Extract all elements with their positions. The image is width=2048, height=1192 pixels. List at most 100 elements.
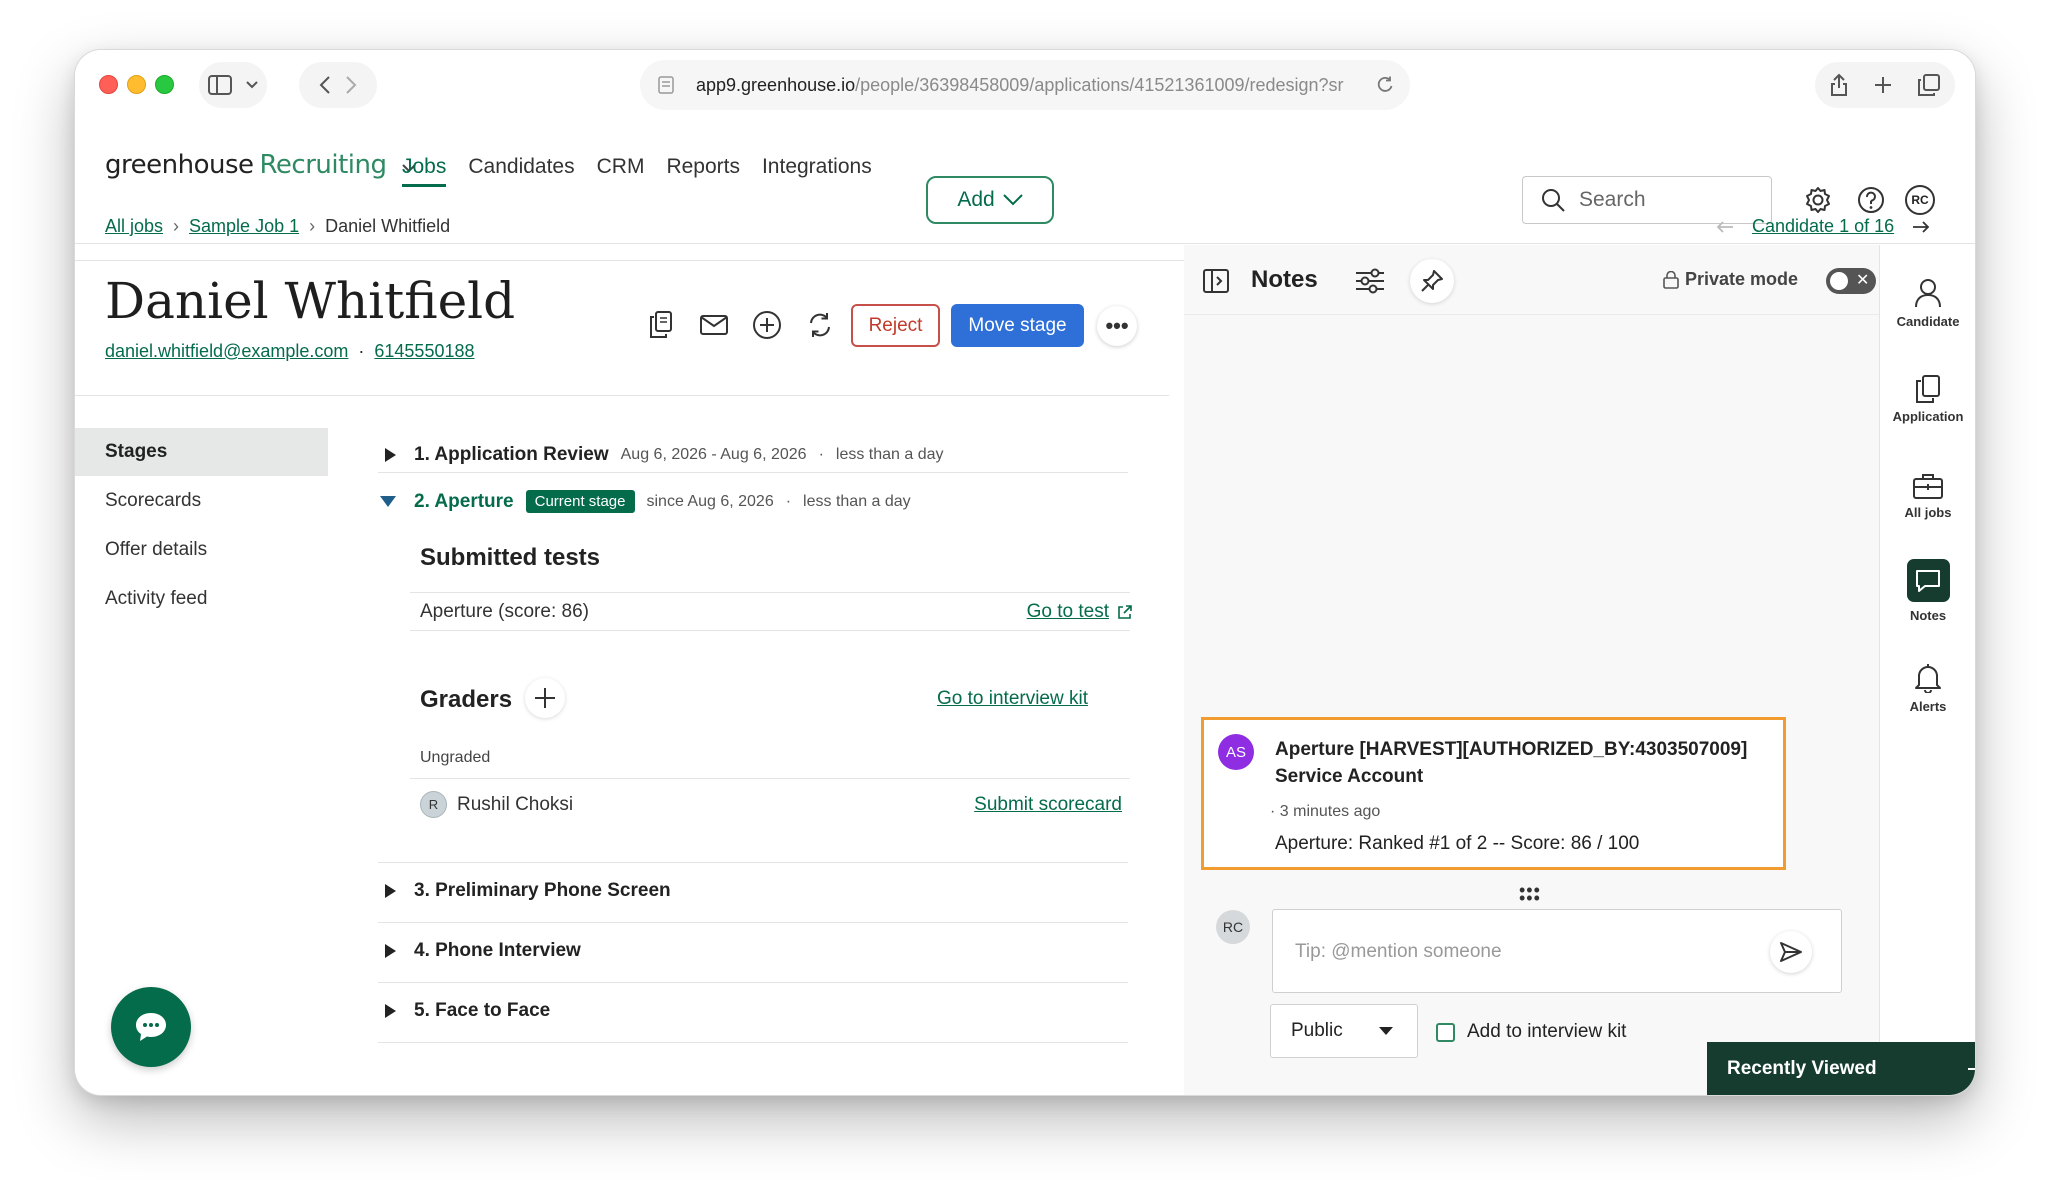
visibility-value: Public	[1291, 1020, 1343, 1041]
menu-item-scorecards[interactable]: Scorecards	[75, 477, 328, 525]
minimize-icon[interactable]	[1968, 1067, 1975, 1071]
more-options-button[interactable]: •••	[1097, 306, 1137, 346]
candidate-position-link[interactable]: Candidate 1 of 16	[1752, 216, 1894, 237]
help-button[interactable]	[1855, 184, 1887, 216]
stage-row-aperture[interactable]: 2. Aperture Current stage since Aug 6, 2…	[380, 490, 1130, 513]
checkbox-box[interactable]	[1436, 1022, 1455, 1042]
test-row: Aperture (score: 86) Go to test	[420, 601, 1132, 623]
minimize-window-button[interactable]	[127, 75, 146, 94]
divider	[410, 592, 1130, 593]
forward-arrow-icon[interactable]	[345, 76, 357, 94]
move-stage-button[interactable]: Move stage	[951, 304, 1084, 347]
stage-row-application-review[interactable]: 1. Application Review Aug 6, 2026 - Aug …	[380, 444, 1130, 466]
note-composer-input[interactable]: Tip: @mention someone	[1272, 909, 1842, 993]
breadcrumb-job[interactable]: Sample Job 1	[189, 216, 299, 237]
add-button[interactable]: Add	[926, 176, 1054, 224]
add-grader-button[interactable]	[525, 678, 565, 718]
stage-row-face-to-face[interactable]: 5. Face to Face	[380, 1000, 1130, 1022]
browser-actions	[1815, 62, 1955, 108]
rail-all-jobs[interactable]: All jobs	[1880, 473, 1975, 520]
meta-separator: ·	[818, 446, 824, 463]
notes-header: Notes Private mode ✕	[1184, 245, 1954, 315]
rail-application[interactable]: Application	[1880, 375, 1975, 424]
sliders-icon	[1356, 268, 1384, 294]
go-to-interview-kit-link[interactable]: Go to interview kit	[937, 688, 1088, 710]
browser-toolbar: app9.greenhouse.io/people/36398458009/ap…	[75, 50, 1975, 120]
share-icon[interactable]	[1830, 73, 1848, 97]
right-rail: Candidate Application All jobs Notes Ale…	[1879, 245, 1975, 1095]
add-to-kit-label: Add to interview kit	[1467, 1021, 1627, 1042]
lock-icon	[1663, 270, 1679, 289]
go-to-test-link[interactable]: Go to test	[1027, 601, 1132, 623]
notes-filter-button[interactable]	[1352, 263, 1388, 299]
external-link-icon	[1118, 604, 1132, 619]
address-bar[interactable]: app9.greenhouse.io/people/36398458009/ap…	[640, 60, 1410, 110]
close-window-button[interactable]	[99, 75, 118, 94]
settings-button[interactable]	[1802, 184, 1834, 216]
refresh-icon	[809, 312, 830, 337]
rail-notes[interactable]: Notes	[1880, 559, 1975, 623]
rail-application-label: Application	[1892, 409, 1964, 424]
nav-reports[interactable]: Reports	[666, 155, 740, 187]
stage-row-preliminary-phone-screen[interactable]: 3. Preliminary Phone Screen	[380, 880, 1130, 902]
sidebar-toggle-button[interactable]	[199, 62, 267, 108]
rail-notes-active	[1906, 559, 1950, 602]
new-tab-icon[interactable]	[1874, 76, 1892, 94]
candidate-pager: Candidate 1 of 16	[1716, 216, 1930, 237]
rail-candidate[interactable]: Candidate	[1880, 278, 1975, 329]
grader-avatar: R	[420, 791, 447, 818]
back-arrow-icon[interactable]	[319, 76, 331, 94]
menu-item-stages[interactable]: Stages	[75, 428, 328, 476]
recently-viewed-bar[interactable]: Recently Viewed	[1707, 1042, 1975, 1095]
gear-icon	[1806, 187, 1830, 213]
meta-separator: ·	[785, 492, 792, 510]
stage-row-phone-interview[interactable]: 4. Phone Interview	[380, 940, 1130, 962]
breadcrumb-current: Daniel Whitfield	[325, 216, 451, 236]
menu-item-activity-feed[interactable]: Activity feed	[75, 575, 328, 623]
note-card: AS Aperture [HARVEST][AUTHORIZED_BY:4303…	[1201, 717, 1786, 870]
visibility-select[interactable]: Public	[1270, 1004, 1418, 1058]
chat-support-button[interactable]	[111, 987, 191, 1067]
current-stage-badge: Current stage	[525, 490, 635, 513]
greenhouse-logo[interactable]: greenhouse Recruiting	[105, 150, 416, 180]
breadcrumb-all-jobs[interactable]: All jobs	[105, 216, 163, 237]
arrow-right-icon[interactable]	[1912, 220, 1930, 234]
candidate-phone[interactable]: 6145550188	[374, 341, 474, 362]
tabs-overview-icon[interactable]	[1918, 74, 1940, 96]
add-to-kit-checkbox[interactable]: Add to interview kit	[1436, 1021, 1626, 1043]
candidate-email[interactable]: daniel.whitfield@example.com	[105, 341, 348, 362]
nav-crm[interactable]: CRM	[597, 155, 645, 187]
send-note-button[interactable]	[1770, 931, 1812, 973]
add-to-job-button[interactable]	[749, 307, 784, 342]
user-avatar[interactable]: RC	[1905, 185, 1935, 215]
toggle-off-icon: ✕	[1856, 272, 1870, 289]
reload-icon[interactable]	[1376, 76, 1394, 94]
person-icon	[1915, 279, 1941, 308]
nav-jobs[interactable]: Jobs	[402, 155, 447, 187]
pin-button[interactable]	[1410, 259, 1454, 303]
main-nav: Jobs Candidates CRM Reports Integrations	[402, 155, 872, 187]
rail-alerts[interactable]: Alerts	[1880, 663, 1975, 714]
submit-scorecard-link[interactable]: Submit scorecard	[974, 794, 1122, 816]
note-author-avatar: AS	[1218, 734, 1254, 770]
notes-title: Notes	[1251, 266, 1318, 293]
contact-separator: ·	[358, 341, 365, 361]
zoom-window-button[interactable]	[155, 75, 174, 94]
nav-integrations[interactable]: Integrations	[762, 155, 872, 187]
arrow-left-icon[interactable]	[1716, 220, 1734, 234]
note-author: Aperture [HARVEST][AUTHORIZED_BY:4303507…	[1275, 736, 1775, 790]
collapse-panel-button[interactable]	[1202, 267, 1230, 295]
expand-arrow-icon	[385, 448, 396, 462]
transfer-button[interactable]	[802, 307, 837, 342]
reject-button[interactable]: Reject	[851, 304, 940, 347]
drag-handle-icon[interactable]: ••• •••	[1519, 881, 1541, 907]
menu-item-offer-details[interactable]: Offer details	[75, 526, 328, 574]
private-mode-toggle[interactable]: ✕	[1826, 268, 1876, 294]
copy-button[interactable]	[643, 307, 678, 342]
plus-circle-icon	[752, 310, 781, 339]
help-icon	[1858, 187, 1884, 213]
note-author-line2: Service Account	[1275, 766, 1424, 787]
toggle-knob	[1830, 272, 1848, 290]
email-button[interactable]	[696, 307, 731, 342]
nav-candidates[interactable]: Candidates	[468, 155, 574, 187]
